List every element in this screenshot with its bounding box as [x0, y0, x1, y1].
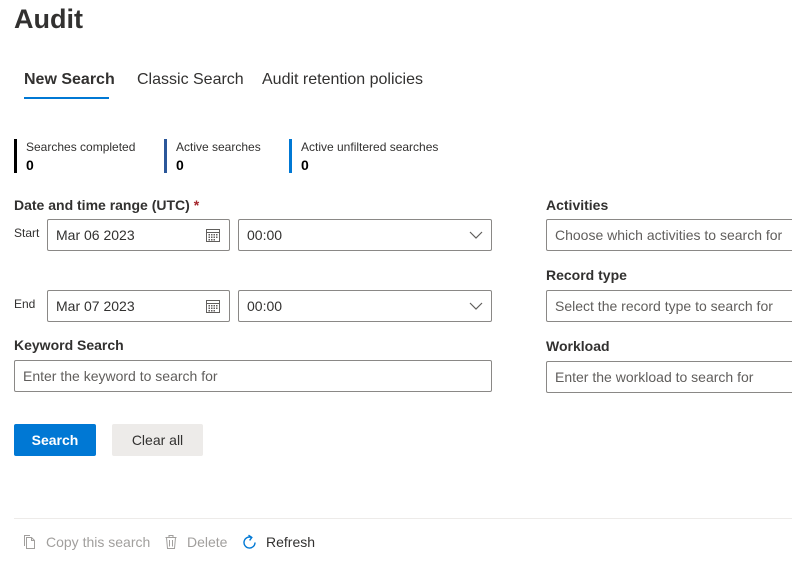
activities-placeholder: Choose which activities to search for — [555, 227, 783, 243]
stat-label: Active unfiltered searches — [301, 140, 439, 154]
refresh-button[interactable]: Refresh — [241, 531, 315, 553]
chevron-down-icon — [469, 301, 483, 311]
start-time-value: 00:00 — [247, 227, 283, 243]
copy-search-label: Copy this search — [46, 534, 151, 550]
workload-label: Workload — [546, 338, 610, 354]
copy-search-button[interactable]: Copy this search — [22, 531, 150, 553]
delete-button[interactable]: Delete — [163, 531, 227, 553]
start-date-value: Mar 06 2023 — [56, 227, 135, 243]
clear-all-button[interactable]: Clear all — [112, 424, 203, 456]
end-date-value: Mar 07 2023 — [56, 298, 135, 314]
stat-value: 0 — [176, 157, 184, 173]
keyword-search-input[interactable]: Enter the keyword to search for — [14, 360, 492, 392]
start-date-picker[interactable]: Mar 06 2023 — [47, 219, 230, 251]
stat-label: Searches completed — [26, 140, 136, 154]
stat-active-unfiltered-searches: Active unfiltered searches 0 — [289, 139, 438, 173]
stat-value: 0 — [26, 157, 34, 173]
search-button[interactable]: Search — [14, 424, 96, 456]
record-type-dropdown[interactable]: Select the record type to search for — [546, 290, 792, 322]
refresh-label: Refresh — [266, 534, 316, 550]
refresh-icon — [241, 534, 258, 551]
date-range-label: Date and time range (UTC) * — [14, 197, 199, 213]
record-type-label: Record type — [546, 267, 627, 283]
activities-dropdown[interactable]: Choose which activities to search for — [546, 219, 792, 251]
workload-input[interactable]: Enter the workload to search for — [546, 361, 792, 393]
tab-new-search[interactable]: New Search — [24, 71, 115, 89]
end-time-value: 00:00 — [247, 298, 283, 314]
activities-label: Activities — [546, 197, 609, 213]
command-bar-divider — [14, 518, 792, 519]
trash-icon — [163, 534, 179, 550]
start-time-dropdown[interactable]: 00:00 — [238, 219, 492, 251]
workload-placeholder: Enter the workload to search for — [555, 369, 754, 385]
start-label: Start — [14, 226, 40, 240]
tab-audit-retention-policies[interactable]: Audit retention policies — [262, 71, 423, 89]
chevron-down-icon — [469, 230, 483, 240]
required-mark: * — [193, 197, 200, 213]
delete-label: Delete — [187, 534, 228, 550]
stat-value: 0 — [301, 157, 309, 173]
keyword-search-label: Keyword Search — [14, 337, 124, 353]
stat-label: Active searches — [176, 140, 261, 154]
stat-active-searches: Active searches 0 — [164, 139, 261, 173]
calendar-icon[interactable] — [205, 298, 221, 314]
end-date-picker[interactable]: Mar 07 2023 — [47, 290, 230, 322]
end-time-dropdown[interactable]: 00:00 — [238, 290, 492, 322]
date-range-label-text: Date and time range (UTC) — [14, 197, 190, 213]
record-type-placeholder: Select the record type to search for — [555, 298, 773, 314]
keyword-search-placeholder: Enter the keyword to search for — [23, 368, 218, 384]
active-tab-indicator — [24, 97, 109, 99]
calendar-icon[interactable] — [205, 227, 221, 243]
copy-icon — [22, 534, 38, 550]
end-label: End — [14, 297, 36, 311]
tab-classic-search[interactable]: Classic Search — [137, 71, 244, 89]
stat-searches-completed: Searches completed 0 — [14, 139, 135, 173]
page-title: Audit — [14, 4, 83, 34]
